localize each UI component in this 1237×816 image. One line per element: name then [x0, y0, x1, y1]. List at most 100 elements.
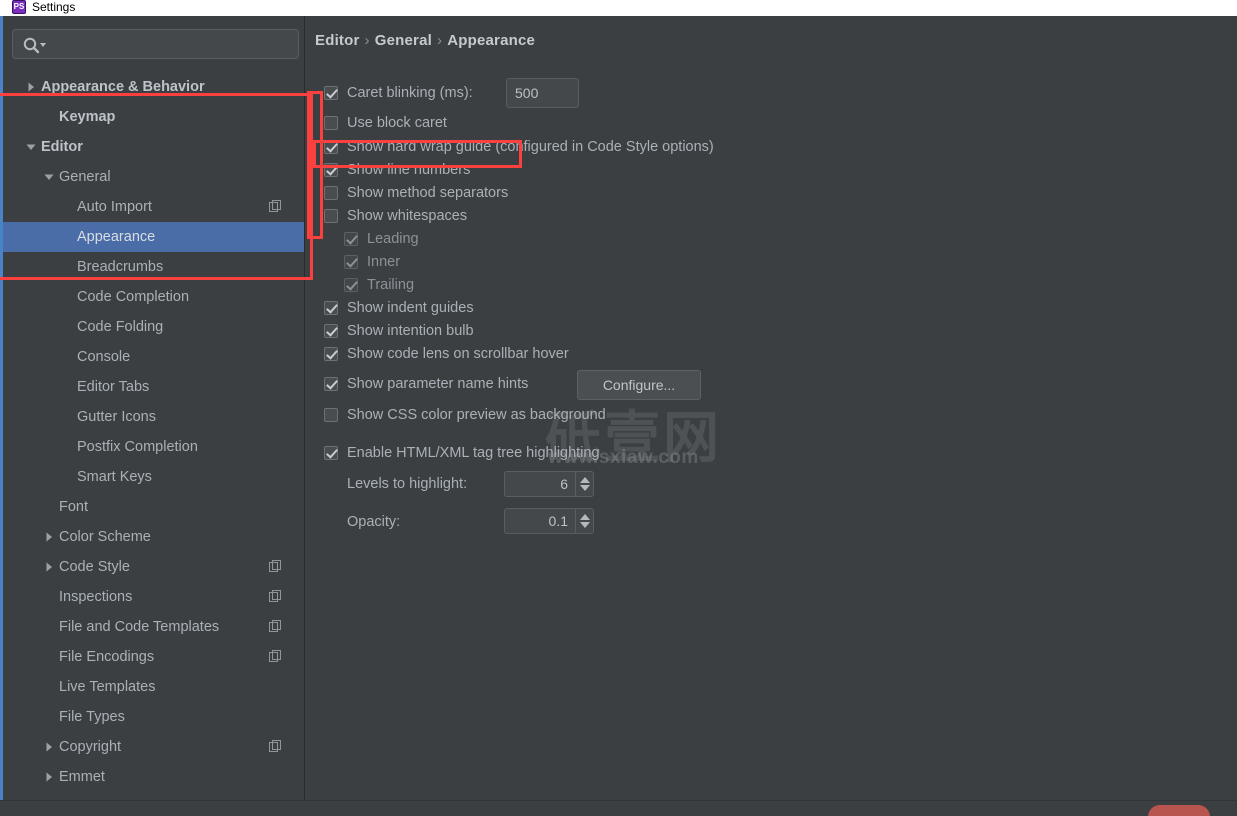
opacity-stepper-buttons[interactable] — [575, 508, 594, 534]
sidebar-item-label: Editor Tabs — [77, 379, 150, 395]
option-show-method-separators[interactable]: Show method separators — [324, 185, 508, 201]
sidebar-item-live-templates[interactable]: Live Templates — [3, 672, 305, 702]
levels-stepper-buttons[interactable] — [575, 471, 594, 497]
sidebar-item-label: Keymap — [59, 109, 116, 125]
caret-blinking-checkbox[interactable] — [324, 86, 338, 100]
checkbox-inner[interactable] — [344, 255, 358, 269]
checkbox-show-indent-guides[interactable] — [324, 301, 338, 315]
option-show-code-lens-on-scrollbar-hover[interactable]: Show code lens on scrollbar hover — [324, 346, 569, 362]
chevron-down-icon[interactable] — [25, 141, 37, 153]
option-show-indent-guides[interactable]: Show indent guides — [324, 300, 474, 316]
chevron-right-icon[interactable] — [25, 81, 37, 93]
option-label: Use block caret — [347, 115, 447, 131]
parameter-hints-option[interactable]: Show parameter name hints — [324, 376, 528, 392]
opacity-stepper[interactable]: 0.1 — [504, 508, 594, 534]
checkbox-leading[interactable] — [344, 232, 358, 246]
search-icon[interactable] — [22, 36, 48, 54]
chevron-right-icon[interactable] — [43, 741, 55, 753]
sidebar-item-auto-import[interactable]: Auto Import — [3, 192, 305, 222]
option-trailing[interactable]: Trailing — [344, 277, 414, 293]
sidebar-item-keymap[interactable]: Keymap — [3, 102, 305, 132]
sidebar-item-smart-keys[interactable]: Smart Keys — [3, 462, 305, 492]
checkbox-show-code-lens-on-scrollbar-hover[interactable] — [324, 347, 338, 361]
sidebar-item-breadcrumbs[interactable]: Breadcrumbs — [3, 252, 305, 282]
opacity-stepper-up-icon[interactable] — [580, 514, 590, 520]
parameter-hints-checkbox[interactable] — [324, 377, 338, 391]
option-show-hard-wrap-guide-configured-in-code-[interactable]: Show hard wrap guide (configured in Code… — [324, 139, 714, 155]
sidebar-item-editor-tabs[interactable]: Editor Tabs — [3, 372, 305, 402]
copy-settings-icon[interactable] — [269, 560, 282, 573]
sidebar-item-file-and-code-templates[interactable]: File and Code Templates — [3, 612, 305, 642]
levels-stepper-up-icon[interactable] — [580, 477, 590, 483]
levels-to-highlight-value[interactable]: 6 — [504, 471, 575, 497]
breadcrumb-part-editor[interactable]: Editor — [315, 32, 360, 49]
breadcrumb: Editor › General › Appearance — [315, 32, 535, 49]
opacity-value[interactable]: 0.1 — [504, 508, 575, 534]
option-label: Leading — [367, 231, 419, 247]
levels-stepper-down-icon[interactable] — [580, 485, 590, 491]
sidebar-item-general[interactable]: General — [3, 162, 305, 192]
sidebar-item-label: Appearance & Behavior — [41, 79, 205, 95]
levels-to-highlight-stepper[interactable]: 6 — [504, 471, 594, 497]
chevron-right-icon[interactable] — [43, 771, 55, 783]
configure-button[interactable]: Configure... — [577, 370, 701, 400]
sidebar-item-copyright[interactable]: Copyright — [3, 732, 305, 762]
breadcrumb-separator: › — [437, 32, 443, 49]
sidebar-item-emmet[interactable]: Emmet — [3, 762, 305, 792]
sidebar-item-label: Inspections — [59, 589, 133, 605]
breadcrumb-part-general[interactable]: General — [375, 32, 432, 49]
sidebar-item-label: Code Completion — [77, 289, 190, 305]
sidebar-item-editor[interactable]: Editor — [3, 132, 305, 162]
opacity-stepper-down-icon[interactable] — [580, 522, 590, 528]
sidebar-item-postfix-completion[interactable]: Postfix Completion — [3, 432, 305, 462]
settings-window: PS Settings Appearance & Behavior Keymap E… — [0, 0, 1237, 816]
sidebar-item-file-encodings[interactable]: File Encodings — [3, 642, 305, 672]
caret-blinking-input[interactable] — [506, 78, 579, 108]
html-tag-tree-checkbox[interactable] — [324, 446, 338, 460]
chevron-right-icon[interactable] — [43, 531, 55, 543]
chevron-right-icon[interactable] — [43, 561, 55, 573]
sidebar-item-gutter-icons[interactable]: Gutter Icons — [3, 402, 305, 432]
css-color-preview-option[interactable]: Show CSS color preview as background — [324, 407, 606, 423]
sidebar-item-font[interactable]: Font — [3, 492, 305, 522]
option-show-whitespaces[interactable]: Show whitespaces — [324, 208, 467, 224]
sidebar-item-appearance-behavior[interactable]: Appearance & Behavior — [3, 72, 305, 102]
checkbox-use-block-caret[interactable] — [324, 116, 338, 130]
sidebar-item-images[interactable]: Images — [3, 792, 305, 800]
chevron-down-icon[interactable] — [43, 171, 55, 183]
sidebar-item-label: Color Scheme — [59, 529, 151, 545]
sidebar-item-appearance[interactable]: Appearance — [3, 222, 305, 252]
option-use-block-caret[interactable]: Use block caret — [324, 115, 447, 131]
copy-settings-icon[interactable] — [269, 620, 282, 633]
option-leading[interactable]: Leading — [344, 231, 419, 247]
sidebar-item-color-scheme[interactable]: Color Scheme — [3, 522, 305, 552]
checkbox-trailing[interactable] — [344, 278, 358, 292]
copy-settings-icon[interactable] — [269, 590, 282, 603]
checkbox-show-intention-bulb[interactable] — [324, 324, 338, 338]
copy-settings-icon[interactable] — [269, 200, 282, 213]
option-show-line-numbers[interactable]: Show line numbers — [324, 162, 470, 178]
sidebar-item-code-folding[interactable]: Code Folding — [3, 312, 305, 342]
option-show-intention-bulb[interactable]: Show intention bulb — [324, 323, 474, 339]
checkbox-show-whitespaces[interactable] — [324, 209, 338, 223]
search-input[interactable] — [51, 30, 296, 58]
sidebar-item-code-style[interactable]: Code Style — [3, 552, 305, 582]
html-tag-tree-option[interactable]: Enable HTML/XML tag tree highlighting — [324, 445, 600, 461]
copy-settings-icon[interactable] — [269, 650, 282, 663]
sidebar-item-console[interactable]: Console — [3, 342, 305, 372]
search-box[interactable] — [12, 29, 299, 59]
bottom-strip — [0, 800, 1237, 816]
checkbox-show-method-separators[interactable] — [324, 186, 338, 200]
breadcrumb-part-appearance[interactable]: Appearance — [447, 32, 535, 49]
opacity-label: Opacity: — [347, 514, 401, 530]
sidebar-item-label: Code Folding — [77, 319, 164, 335]
css-color-preview-checkbox[interactable] — [324, 408, 338, 422]
sidebar-item-code-completion[interactable]: Code Completion — [3, 282, 305, 312]
checkbox-show-line-numbers[interactable] — [324, 163, 338, 177]
sidebar-item-file-types[interactable]: File Types — [3, 702, 305, 732]
sidebar-item-inspections[interactable]: Inspections — [3, 582, 305, 612]
copy-settings-icon[interactable] — [269, 740, 282, 753]
caret-blinking-option[interactable]: Caret blinking (ms): — [324, 85, 473, 101]
checkbox-show-hard-wrap-guide-configured-in-code-[interactable] — [324, 140, 338, 154]
option-inner[interactable]: Inner — [344, 254, 400, 270]
